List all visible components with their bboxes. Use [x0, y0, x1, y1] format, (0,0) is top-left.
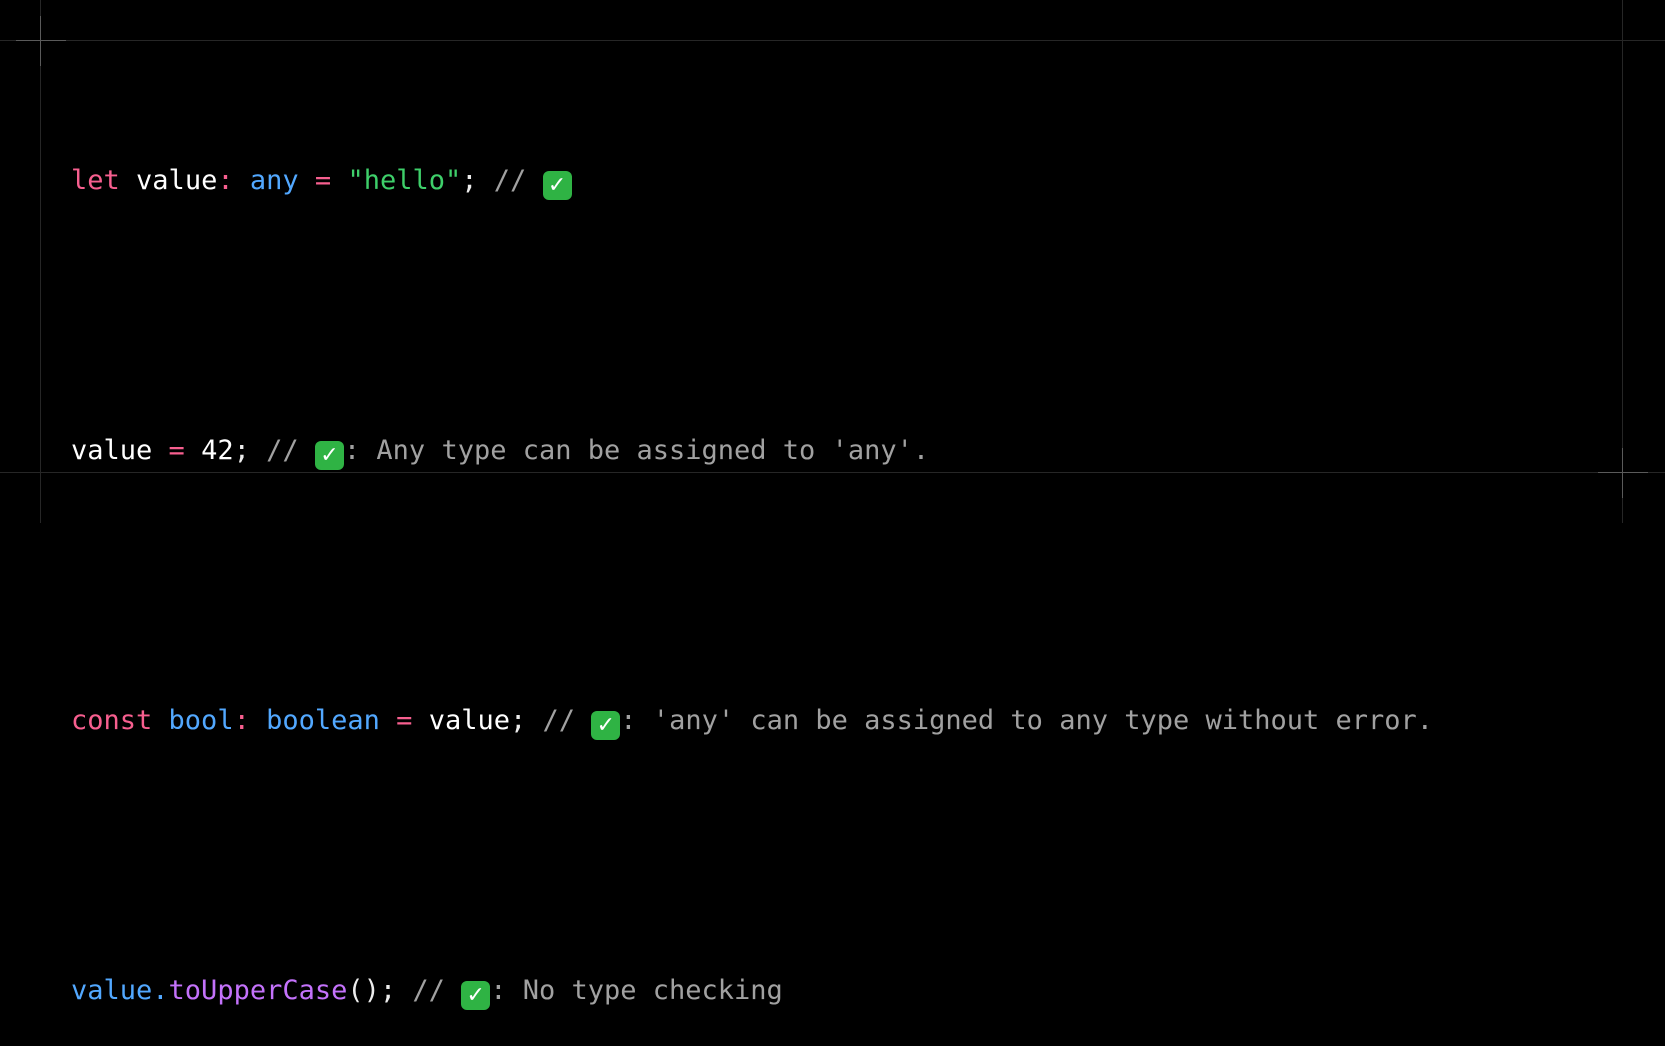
semicolon: ; [509, 705, 527, 736]
left-guide-line [40, 0, 41, 523]
top-guide-line [0, 40, 1665, 41]
assign-operator: = [314, 165, 332, 196]
comment-text: : No type checking [490, 975, 783, 1006]
keyword-let: let [71, 165, 120, 196]
comment-marker: // [412, 975, 445, 1006]
comment-text: : 'any' can be assigned to any type with… [620, 705, 1434, 736]
assign-operator: = [168, 435, 185, 466]
code-line-4: value.toUpperCase(); // ✓: No type check… [71, 968, 1591, 1013]
keyword-const: const [71, 705, 153, 736]
corner-crosshair-top-left [16, 16, 66, 66]
comment-text: : Any type can be assigned to 'any'. [343, 435, 930, 466]
code-line-1: let value: any = "hello"; // ✓ [71, 158, 1591, 203]
code-block: let value: any = "hello"; // ✓ value = 4… [71, 68, 1591, 1046]
variable-name: bool [168, 705, 234, 736]
object-name: value [71, 975, 153, 1006]
method-name: toUpperCase [168, 975, 348, 1006]
variable-reference: value [428, 705, 510, 736]
type-colon: : [233, 705, 250, 736]
type-any: any [249, 165, 299, 196]
semicolon: ; [233, 435, 250, 466]
type-colon: : [217, 165, 234, 196]
comment-marker: // [266, 435, 299, 466]
member-dot: . [152, 975, 169, 1006]
check-mark-icon: ✓ [461, 981, 491, 1010]
assign-operator: = [396, 705, 413, 736]
check-mark-icon: ✓ [314, 441, 344, 470]
code-line-3: const bool: boolean = value; // ✓: 'any'… [71, 698, 1591, 743]
variable-name: value [71, 435, 153, 466]
right-guide-line [1622, 0, 1623, 523]
variable-name: value [136, 165, 218, 196]
code-line-2: value = 42; // ✓: Any type can be assign… [71, 428, 1591, 473]
check-mark-icon: ✓ [542, 171, 572, 200]
comment-marker: // [542, 705, 576, 736]
check-mark-icon: ✓ [591, 711, 621, 740]
corner-crosshair-bottom-right [1598, 448, 1648, 498]
type-boolean: boolean [266, 705, 380, 736]
call-parens: () [347, 975, 380, 1006]
comment-marker: // [493, 165, 527, 196]
number-literal: 42 [201, 435, 234, 466]
semicolon: ; [461, 165, 478, 196]
semicolon: ; [379, 975, 397, 1006]
string-literal: "hello" [347, 165, 462, 196]
